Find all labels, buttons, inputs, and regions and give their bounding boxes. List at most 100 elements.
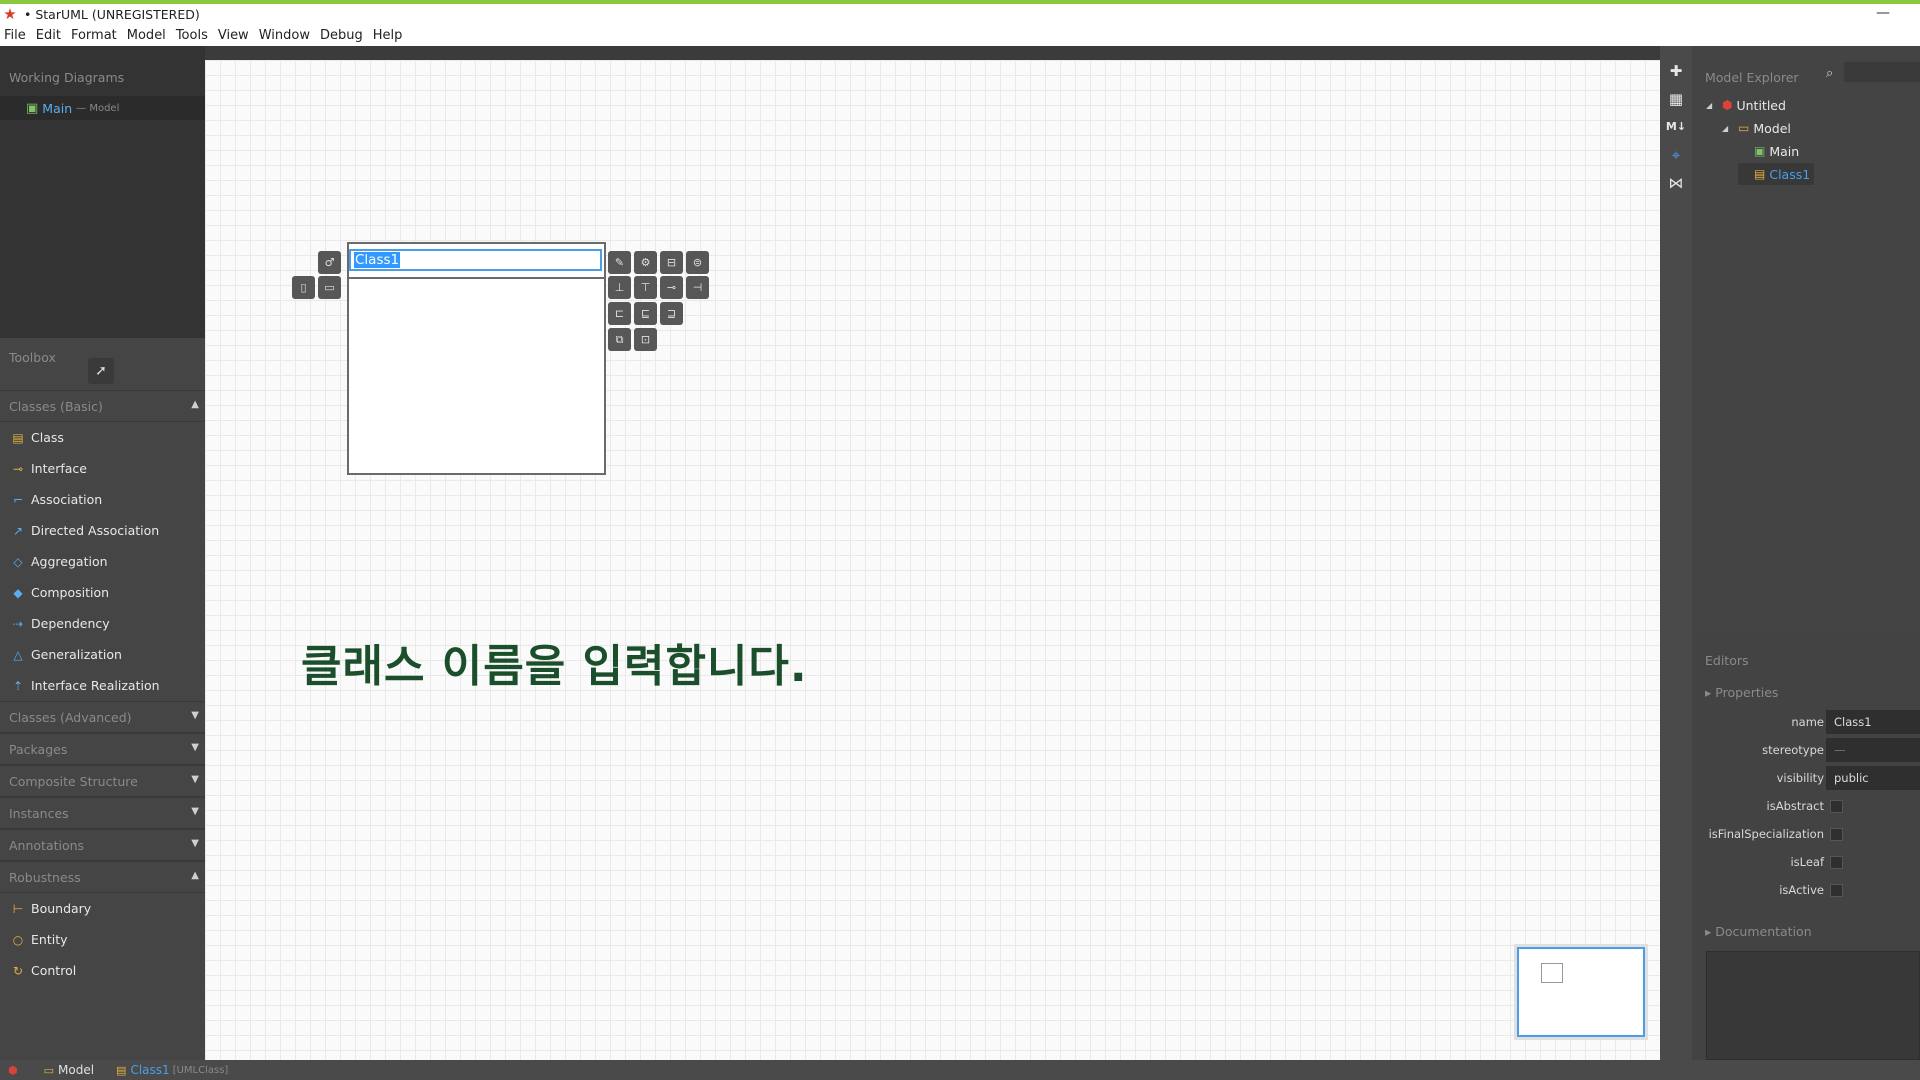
crosshair-icon[interactable]: ⌖ [1665,144,1687,166]
expand-arrow-icon: ▼ [191,806,199,817]
property-label: isActive [1779,883,1824,897]
section-annotations[interactable]: Annotations ▼ [0,829,205,861]
tool-composition[interactable]: ◆ Composition [0,577,205,608]
menu-model[interactable]: Model [123,28,172,43]
settings-button[interactable]: ⚙ [634,251,657,274]
window-title: • StarUML (UNREGISTERED) [24,6,200,22]
tree-node-class1[interactable]: ▤ Class1 [1738,163,1815,185]
tool-label: Generalization [31,647,122,662]
status-model-label: Model [58,1063,95,1077]
tool-label: Control [31,963,77,978]
tool-class[interactable]: ▤ Class [0,422,205,453]
isleaf-checkbox[interactable] [1830,856,1843,869]
control-icon: ↻ [12,963,24,978]
menu-window[interactable]: Window [255,28,316,43]
tool-interface-realization[interactable]: ⇡ Interface Realization [0,670,205,701]
explorer-search-input[interactable] [1844,62,1920,82]
tool-entity[interactable]: ○ Entity [0,924,205,955]
working-diagram-item-main[interactable]: ▣ Main — Model [0,96,205,120]
tree-toggle-icon[interactable]: ◢ [1722,124,1734,133]
add-aggregated-class-button[interactable]: ⊑ [634,302,657,325]
add-template-button[interactable]: ⊟ [660,251,683,274]
status-project[interactable]: ⬢ [0,1064,22,1077]
add-superclass-button[interactable]: ⊥ [608,276,631,299]
tree-node-model[interactable]: ◢ ▭ Model [1722,117,1791,139]
documentation-textarea[interactable] [1706,951,1920,1060]
share-icon[interactable]: ⋈ [1665,172,1687,194]
status-selection[interactable]: ▤ Class1 [UMLClass] [108,1063,228,1077]
section-instances[interactable]: Instances ▼ [0,797,205,829]
add-associated-class-button[interactable]: ⊏ [608,302,631,325]
add-interface-button[interactable]: ⊸ [660,276,683,299]
tree-toggle-icon[interactable]: ◢ [1706,101,1718,110]
add-attribute-button[interactable]: ▯ [292,276,315,299]
isabstract-checkbox[interactable] [1830,800,1843,813]
tool-directed-association[interactable]: ↗ Directed Association [0,515,205,546]
expand-arrow-icon: ▸ [1705,924,1712,939]
tool-generalization[interactable]: △ Generalization [0,639,205,670]
status-model[interactable]: ▭ Model [36,1063,94,1077]
tree-node-main[interactable]: ▣ Main [1738,140,1799,162]
isactive-checkbox[interactable] [1830,884,1843,897]
property-visibility-row: visibility public [1692,766,1920,792]
edit-name-button[interactable]: ✎ [608,251,631,274]
menu-file[interactable]: File [0,28,32,43]
property-isleaf-row: isLeaf [1692,850,1920,876]
add-dependency-button[interactable]: ⧉ [608,328,631,351]
section-packages[interactable]: Packages ▼ [0,733,205,765]
menu-tools[interactable]: Tools [172,28,214,43]
add-operation-button[interactable]: ▭ [318,276,341,299]
tool-dependency[interactable]: ⇢ Dependency [0,608,205,639]
properties-section-toggle[interactable]: ▸ Properties [1705,685,1778,700]
section-classes-advanced[interactable]: Classes (Advanced) ▼ [0,701,205,733]
add-composited-class-button[interactable]: ⊒ [660,302,683,325]
tool-label: Dependency [31,616,110,631]
name-field[interactable]: Class1 [1826,710,1920,734]
tool-boundary[interactable]: ⊢ Boundary [0,893,205,924]
dependency-icon: ⇢ [12,616,24,631]
tool-interface[interactable]: ⊸ Interface [0,453,205,484]
menu-help[interactable]: Help [369,28,409,43]
add-stereotype-button[interactable]: ♂ [318,251,341,274]
tool-label: Composition [31,585,110,600]
tool-control[interactable]: ↻ Control [0,955,205,986]
minimap[interactable] [1517,947,1645,1037]
extension-manager-icon[interactable]: ✚ [1665,60,1687,82]
class-name-input[interactable]: Class1 [349,249,602,271]
tool-association[interactable]: ⌐ Association [0,484,205,515]
working-diagram-owner: — Model [76,102,120,114]
tool-aggregation[interactable]: ◇ Aggregation [0,546,205,577]
pointer-tool-icon[interactable]: ➚ [88,358,114,384]
section-composite-structure[interactable]: Composite Structure ▼ [0,765,205,797]
section-classes-basic[interactable]: Classes (Basic) ▲ [0,390,205,422]
visibility-select[interactable]: public [1826,766,1920,790]
app-body: Working Diagrams ▣ Main — Model Toolbox … [0,46,1920,1080]
interface-icon: ⊸ [12,461,24,476]
layout-icon[interactable]: ▦ [1665,88,1687,110]
markdown-icon[interactable]: M↓ [1665,116,1687,138]
menu-edit[interactable]: Edit [32,28,67,43]
menu-format[interactable]: Format [67,28,123,43]
section-label: Classes (Advanced) [9,710,132,725]
diagram-canvas[interactable]: Class1 ♂ ▯ ▭ ✎ ⚙ ⊟ ⊜ ⊥ ⊤ ⊸ ⊣ ⊏ ⊑ ⊒ ⧉ ⊡ 클… [205,60,1660,1060]
stereotype-field[interactable]: — [1826,738,1920,762]
search-icon[interactable]: ⌕ [1826,66,1833,81]
add-reception-button[interactable]: ⊜ [686,251,709,274]
add-subclass-button[interactable]: ⊤ [634,276,657,299]
staruml-logo-icon: ★ [3,5,17,23]
section-robustness[interactable]: Robustness ▲ [0,861,205,893]
editors-panel: Editors ▸ Properties name Class1 stereot… [1692,637,1920,1060]
menu-view[interactable]: View [214,28,255,43]
aggregation-icon: ◇ [13,554,23,569]
add-required-interface-button[interactable]: ⊣ [686,276,709,299]
documentation-section-toggle[interactable]: ▸ Documentation [1705,924,1812,939]
property-name-row: name Class1 [1692,710,1920,736]
tree-node-untitled[interactable]: ◢ ⬢ Untitled [1706,94,1786,116]
class-element[interactable] [347,242,606,475]
add-port-button[interactable]: ⊡ [634,328,657,351]
isfinalspecialization-checkbox[interactable] [1830,828,1843,841]
tool-label: Boundary [31,901,92,916]
menu-debug[interactable]: Debug [316,28,369,43]
class-diagram-icon: ▣ [26,100,39,116]
minimize-icon[interactable]: — [1876,6,1890,20]
